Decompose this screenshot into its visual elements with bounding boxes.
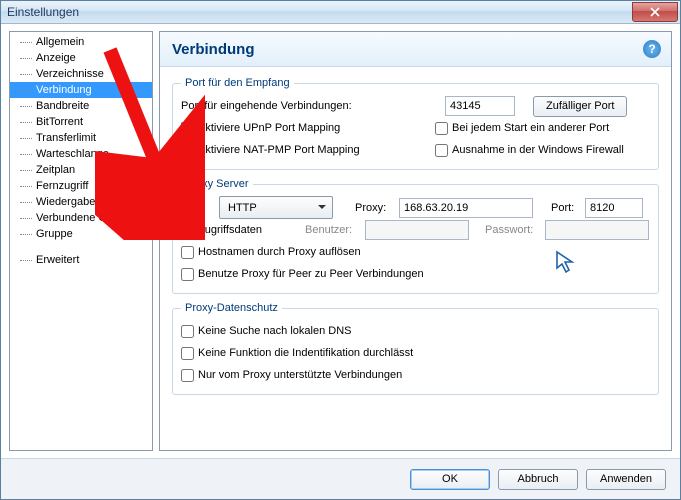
tree-item-label: Wiedergabe (36, 196, 95, 208)
proxy-port-label: Port: (551, 202, 581, 214)
proxy-type-value: HTTP (228, 202, 257, 214)
tree-item-label: Verzeichnisse (36, 68, 104, 80)
cancel-button[interactable]: Abbruch (498, 469, 578, 490)
proxy-type-combo[interactable]: HTTP (219, 196, 333, 219)
p2p-label: Benutze Proxy für Peer zu Peer Verbindun… (198, 268, 424, 280)
upnp-label: Aktiviere UPnP Port Mapping (198, 122, 340, 134)
panel-header: Verbindung ? (160, 32, 671, 67)
incoming-port-input[interactable] (445, 96, 515, 116)
titlebar: Einstellungen (1, 1, 680, 24)
tree-item[interactable]: Fernzugriff (10, 178, 152, 194)
firewall-label: Ausnahme in der Windows Firewall (452, 144, 624, 156)
user-input (365, 220, 469, 240)
close-button[interactable] (632, 2, 678, 22)
firewall-checkbox[interactable] (435, 144, 448, 157)
tree-item-label: Verbindung (36, 84, 92, 96)
auth-checkbox[interactable] (181, 224, 194, 237)
apply-button[interactable]: Anwenden (586, 469, 666, 490)
natpmp-label: Aktiviere NAT-PMP Port Mapping (198, 144, 360, 156)
tree-item[interactable]: Zeitplan (10, 162, 152, 178)
random-port-button[interactable]: Zufälliger Port (533, 96, 627, 117)
tree-item-label: Erweitert (36, 254, 79, 266)
tree-item[interactable]: Transferlimit (10, 130, 152, 146)
proxy-privacy-group: Proxy-Datenschutz Keine Suche nach lokal… (172, 302, 659, 395)
tree-item[interactable]: Verzeichnisse (10, 66, 152, 82)
panel-title: Verbindung (172, 41, 255, 58)
tree-item[interactable]: Erweitert (10, 252, 152, 268)
natpmp-checkbox[interactable] (181, 144, 194, 157)
tree-item[interactable]: BitTorrent (10, 114, 152, 130)
tree-item[interactable]: Allgemein (10, 34, 152, 50)
tree-item-label: Gruppe (36, 228, 73, 240)
noident-checkbox[interactable] (181, 347, 194, 360)
tree-item-label: Anzeige (36, 52, 76, 64)
pass-input (545, 220, 649, 240)
resolve-checkbox[interactable] (181, 246, 194, 259)
tree-item-label: Warteschlange (36, 148, 109, 160)
tree-item-label: Transferlimit (36, 132, 96, 144)
random-start-label: Bei jedem Start ein anderer Port (452, 122, 609, 134)
incoming-port-label: Port für eingehende Verbindungen: (181, 100, 441, 112)
proxy-host-label: Proxy: (355, 202, 395, 214)
proxyonly-checkbox[interactable] (181, 369, 194, 382)
port-group: Port für den Empfang Port für eingehende… (172, 77, 659, 170)
random-start-checkbox[interactable] (435, 122, 448, 135)
proxy-port-input[interactable] (585, 198, 643, 218)
noident-label: Keine Funktion die Indentifikation durch… (198, 347, 413, 359)
tree-item[interactable]: Wiedergabe (10, 194, 152, 210)
pass-label: Passwort: (485, 224, 541, 236)
tree-item-label: BitTorrent (36, 116, 83, 128)
proxyonly-label: Nur vom Proxy unterstützte Verbindungen (198, 369, 402, 381)
proxy-legend: Proxy Server (181, 178, 253, 190)
user-label: Benutzer: (305, 224, 361, 236)
tree-item[interactable]: Gruppe (10, 226, 152, 242)
tree-item-label: Allgemein (36, 36, 84, 48)
tree-item[interactable]: Anzeige (10, 50, 152, 66)
auth-label: Zugriffsdaten (198, 224, 262, 236)
tree-item[interactable]: Bandbreite (10, 98, 152, 114)
settings-tree[interactable]: Allgemein Anzeige Verzeichnisse Verbindung B… (9, 31, 153, 451)
tree-item[interactable]: Verbundene Geräte (10, 210, 152, 226)
resolve-label: Hostnamen durch Proxy auflösen (198, 246, 361, 258)
privacy-legend: Proxy-Datenschutz (181, 302, 282, 314)
proxy-type-label: Typ: (181, 202, 215, 214)
port-legend: Port für den Empfang (181, 77, 294, 89)
p2p-checkbox[interactable] (181, 268, 194, 281)
tree-item-label: Zeitplan (36, 164, 75, 176)
settings-panel: Verbindung ? Port für den Empfang Port f… (159, 31, 672, 451)
tree-item[interactable]: Warteschlange (10, 146, 152, 162)
window-title: Einstellungen (7, 5, 79, 19)
nodns-label: Keine Suche nach lokalen DNS (198, 325, 351, 337)
proxy-group: Proxy Server Typ: HTTP Proxy: Port: (172, 178, 659, 294)
upnp-checkbox[interactable] (181, 122, 194, 135)
ok-button[interactable]: OK (410, 469, 490, 490)
close-icon (650, 7, 660, 17)
tree-item-label: Fernzugriff (36, 180, 88, 192)
footer: OK Abbruch Anwenden (1, 458, 680, 499)
tree-item-label: Bandbreite (36, 100, 89, 112)
tree-item-label: Verbundene Geräte (36, 212, 132, 224)
help-icon[interactable]: ? (643, 40, 661, 58)
proxy-host-input[interactable] (399, 198, 533, 218)
nodns-checkbox[interactable] (181, 325, 194, 338)
tree-item[interactable]: Verbindung (10, 82, 152, 98)
